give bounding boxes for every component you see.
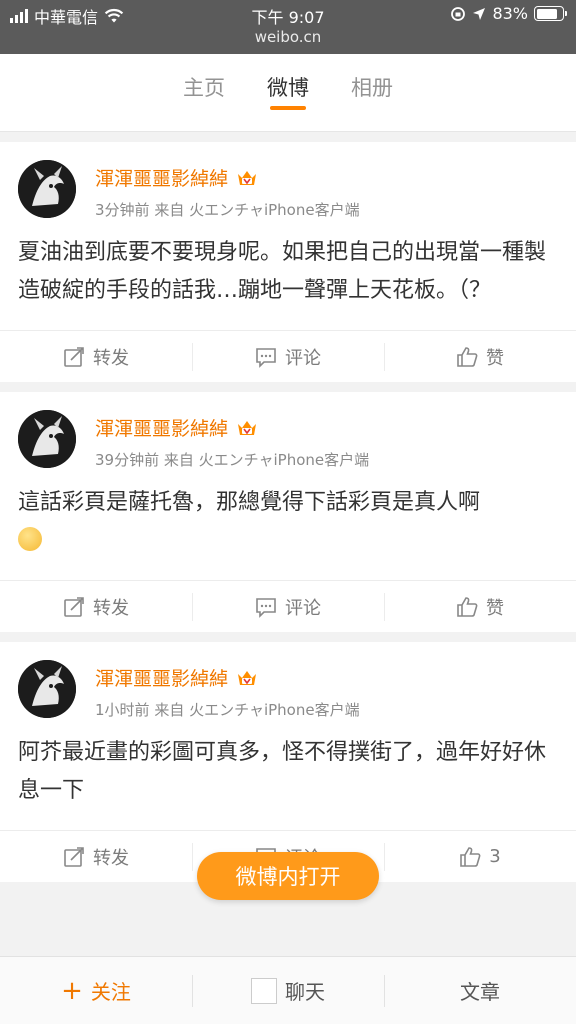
status-right: 83% bbox=[450, 4, 567, 23]
repost-button[interactable]: 转发 bbox=[0, 831, 192, 882]
username[interactable]: 渾渾噩噩影綽綽 bbox=[95, 664, 228, 691]
avatar[interactable] bbox=[18, 160, 76, 218]
repost-label: 转发 bbox=[93, 847, 129, 869]
like-count: 3 bbox=[489, 846, 501, 867]
chat-icon bbox=[251, 977, 277, 1004]
battery-icon bbox=[534, 6, 567, 21]
repost-label: 转发 bbox=[93, 347, 129, 369]
post-meta: 39分钟前 来自 火エンチャiPhone客户端 bbox=[95, 449, 369, 470]
post-actions: 转发 评论 赞 bbox=[0, 580, 576, 632]
avatar-image bbox=[18, 160, 76, 218]
comment-button[interactable]: 评论 bbox=[192, 331, 384, 382]
comment-icon bbox=[256, 347, 276, 368]
profile-tabs: 主页 微博 相册 bbox=[0, 54, 576, 118]
post-text[interactable]: 這話彩頁是薩托魯，那總覺得下話彩頁是真人啊 bbox=[0, 484, 576, 560]
post-header: 渾渾噩噩影綽綽 39分钟前 来自 火エンチャiPhone客户端 bbox=[0, 392, 576, 484]
comment-label: 评论 bbox=[285, 597, 321, 619]
post-time: 3分钟前 bbox=[95, 201, 150, 219]
follow-label: 关注 bbox=[90, 980, 131, 1004]
username[interactable]: 渾渾噩噩影綽綽 bbox=[95, 414, 228, 441]
thumbs-up-icon bbox=[457, 346, 478, 367]
avatar-image bbox=[18, 410, 76, 468]
thumbs-up-icon bbox=[457, 596, 478, 617]
comment-icon bbox=[256, 597, 276, 618]
articles-button[interactable]: 文章 bbox=[384, 957, 576, 1024]
post-meta: 1小时前 来自 火エンチャiPhone客户端 bbox=[95, 699, 360, 720]
tab-home-label: 主页 bbox=[183, 76, 225, 100]
post-text[interactable]: 夏油油到底要不要現身呢。如果把自己的出現當一種製造破綻的手段的話我…蹦地一聲彈上… bbox=[0, 234, 576, 310]
location-arrow-icon bbox=[473, 7, 486, 20]
repost-label: 转发 bbox=[93, 597, 129, 619]
previous-post-tail bbox=[0, 118, 576, 132]
like-button[interactable]: 赞 bbox=[384, 581, 576, 632]
active-tab-indicator bbox=[270, 106, 306, 110]
like-button[interactable]: 赞 bbox=[384, 331, 576, 382]
chat-label: 聊天 bbox=[285, 980, 325, 1004]
name-row: 渾渾噩噩影綽綽 bbox=[95, 664, 258, 691]
tab-weibo[interactable]: 微博 bbox=[267, 54, 309, 118]
battery-level bbox=[536, 8, 558, 19]
tab-weibo-label: 微博 bbox=[267, 76, 309, 100]
avatar-image bbox=[18, 660, 76, 718]
chat-button[interactable]: 聊天 bbox=[192, 957, 384, 1024]
open-in-weibo-button[interactable]: 微博内打开 bbox=[197, 852, 379, 900]
repost-icon bbox=[64, 346, 84, 367]
like-label: 赞 bbox=[486, 347, 504, 369]
avatar[interactable] bbox=[18, 410, 76, 468]
name-row: 渾渾噩噩影綽綽 bbox=[95, 414, 258, 441]
post-source: 来自 火エンチャiPhone客户端 bbox=[163, 451, 370, 469]
post-time: 1小时前 bbox=[95, 701, 150, 719]
articles-label: 文章 bbox=[460, 980, 500, 1004]
follow-button[interactable]: + 关注 bbox=[0, 957, 192, 1024]
tab-album-label: 相册 bbox=[351, 76, 393, 100]
rotation-lock-icon bbox=[451, 6, 466, 21]
feed: 渾渾噩噩影綽綽 3分钟前 来自 火エンチャiPhone客户端 夏油油到底要不要現… bbox=[0, 118, 576, 892]
post-text-content: 這話彩頁是薩托魯，那總覺得下話彩頁是真人啊 bbox=[18, 490, 481, 515]
name-row: 渾渾噩噩影綽綽 bbox=[95, 164, 258, 191]
like-button[interactable]: 3 bbox=[384, 831, 576, 882]
tab-home[interactable]: 主页 bbox=[183, 54, 225, 118]
vip-crown-icon bbox=[238, 670, 257, 685]
battery-percent: 83% bbox=[492, 4, 528, 23]
comment-button[interactable]: 评论 bbox=[192, 581, 384, 632]
url-label[interactable]: weibo.cn bbox=[0, 28, 576, 46]
like-label: 赞 bbox=[486, 597, 504, 619]
post-actions: 转发 评论 赞 bbox=[0, 330, 576, 382]
post-time: 39分钟前 bbox=[95, 451, 160, 469]
bottom-action-bar: + 关注 聊天 文章 bbox=[0, 956, 576, 1024]
post-source: 来自 火エンチャiPhone客户端 bbox=[154, 201, 360, 219]
post-meta: 3分钟前 来自 火エンチャiPhone客户端 bbox=[95, 199, 360, 220]
plus-icon: + bbox=[61, 975, 83, 1006]
username[interactable]: 渾渾噩噩影綽綽 bbox=[95, 164, 228, 191]
post-card[interactable]: 渾渾噩噩影綽綽 3分钟前 来自 火エンチャiPhone客户端 夏油油到底要不要現… bbox=[0, 142, 576, 382]
tab-album[interactable]: 相册 bbox=[351, 54, 393, 118]
post-header: 渾渾噩噩影綽綽 1小时前 来自 火エンチャiPhone客户端 bbox=[0, 642, 576, 734]
post-header: 渾渾噩噩影綽綽 3分钟前 来自 火エンチャiPhone客户端 bbox=[0, 142, 576, 234]
post-card[interactable]: 渾渾噩噩影綽綽 39分钟前 来自 火エンチャiPhone客户端 這話彩頁是薩托魯… bbox=[0, 392, 576, 632]
post-card[interactable]: 渾渾噩噩影綽綽 1小时前 来自 火エンチャiPhone客户端 阿芥最近畫的彩圖可… bbox=[0, 642, 576, 882]
post-text[interactable]: 阿芥最近畫的彩圖可真多，怪不得撲街了，過年好好休息一下 bbox=[0, 734, 576, 810]
avatar[interactable] bbox=[18, 660, 76, 718]
vip-crown-icon bbox=[238, 420, 257, 435]
repost-button[interactable]: 转发 bbox=[0, 581, 192, 632]
thumbs-up-icon bbox=[460, 846, 481, 867]
comment-label: 评论 bbox=[285, 347, 321, 369]
repost-button[interactable]: 转发 bbox=[0, 331, 192, 382]
post-source: 来自 火エンチャiPhone客户端 bbox=[154, 701, 360, 719]
repost-icon bbox=[64, 596, 84, 617]
emoji-icon bbox=[18, 527, 42, 551]
status-bar: 中華電信 下午 9:07 weibo.cn 83% bbox=[0, 0, 576, 54]
vip-crown-icon bbox=[238, 170, 257, 185]
repost-icon bbox=[64, 846, 84, 867]
